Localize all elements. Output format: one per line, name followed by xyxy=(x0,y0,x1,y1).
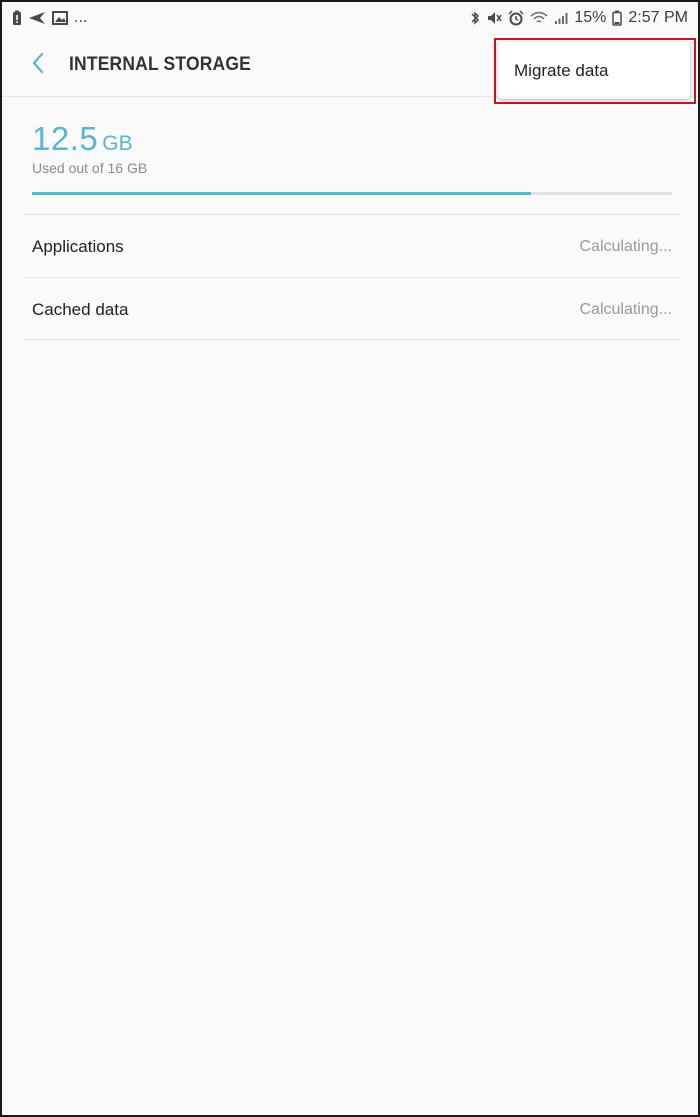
image-icon xyxy=(52,11,68,25)
divider xyxy=(24,214,680,215)
status-bar-right: 15% 2:57 PM xyxy=(470,9,688,27)
used-unit: GB xyxy=(102,132,133,155)
battery-icon xyxy=(612,10,623,26)
signal-icon xyxy=(554,11,568,25)
overflow-menu-popup: Migrate data xyxy=(498,42,690,99)
mute-icon xyxy=(486,10,502,26)
status-time: 2:57 PM xyxy=(628,9,688,26)
bluetooth-icon xyxy=(470,10,480,26)
storage-summary: 12.5 GB Used out of 16 GB xyxy=(32,120,668,176)
wifi-icon xyxy=(530,11,548,25)
used-caption: Used out of 16 GB xyxy=(32,160,148,176)
screen: ... 15% 2:57 PM INTERNAL STORAGE 12.5 GB… xyxy=(0,0,700,1117)
list-item-applications[interactable]: Applications Calculating... xyxy=(24,216,680,278)
send-icon xyxy=(28,11,46,25)
used-amount: 12.5 GB xyxy=(32,120,668,158)
storage-progress-fill xyxy=(32,192,532,195)
divider xyxy=(24,277,680,278)
status-bar: ... 15% 2:57 PM xyxy=(2,2,698,34)
menu-item-migrate-data[interactable]: Migrate data xyxy=(498,42,690,99)
storage-progress-bar xyxy=(32,192,672,195)
status-overflow-dots: ... xyxy=(74,9,88,26)
divider xyxy=(24,339,680,340)
row-label: Cached data xyxy=(32,300,129,319)
row-value: Calculating... xyxy=(579,301,673,318)
back-chevron-icon xyxy=(31,52,45,79)
alarm-icon xyxy=(508,10,524,26)
battery-alert-icon xyxy=(12,10,22,26)
status-bar-left: ... xyxy=(12,9,87,27)
row-value: Calculating... xyxy=(579,238,673,255)
row-label: Applications xyxy=(32,237,124,256)
used-value: 12.5 xyxy=(32,120,99,157)
battery-percent: 15% xyxy=(574,9,607,26)
back-button[interactable] xyxy=(24,45,52,85)
page-title: INTERNAL STORAGE xyxy=(69,54,251,75)
list-item-cached-data[interactable]: Cached data Calculating... xyxy=(24,279,680,341)
